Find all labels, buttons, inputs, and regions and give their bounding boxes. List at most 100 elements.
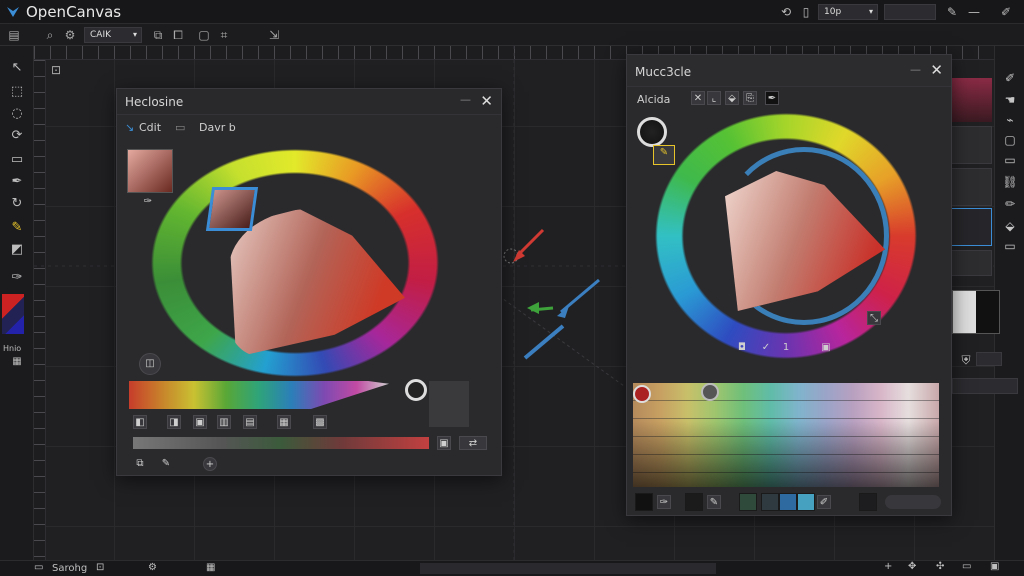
eyedropper-icon[interactable]: ✑ (141, 195, 155, 209)
mode-select[interactable]: CAIK ▾ (84, 27, 142, 43)
selection-handle[interactable] (205, 187, 259, 231)
status-panel-icon[interactable]: ▭ (34, 562, 43, 573)
panel-tool-icon[interactable]: ▭ (1000, 236, 1020, 256)
paste-icon[interactable]: ⧠ (170, 27, 186, 43)
corner-icon[interactable]: ⌞ (707, 91, 721, 105)
opacity-field[interactable] (976, 352, 1002, 366)
minus-icon[interactable]: — (460, 93, 471, 106)
spectrum-cursor[interactable] (405, 379, 427, 401)
palette-selected-cursor[interactable] (633, 385, 651, 403)
color-picker-cursor[interactable] (637, 117, 667, 147)
status-toggle-icon[interactable]: ⊡ (96, 562, 104, 573)
edit-alt-icon[interactable]: ✐ (998, 4, 1014, 20)
minus-icon[interactable]: — (910, 63, 921, 76)
crop-tool-icon[interactable]: ▭ (7, 150, 27, 170)
move-icon[interactable]: ⇲ (266, 27, 282, 43)
zoom-icon[interactable]: ⌕ (42, 27, 58, 43)
link-tool-icon[interactable]: ⛓ (1000, 172, 1020, 192)
frame-icon[interactable]: ▣ (819, 341, 833, 355)
palette-hover-cursor[interactable] (701, 383, 719, 401)
transform-tool-icon[interactable]: ⟳ (7, 126, 27, 146)
swatch-pen-icon[interactable]: ✎ (707, 495, 721, 509)
layer-icon[interactable]: ▭ (962, 561, 971, 572)
search-field[interactable] (884, 4, 936, 20)
rotate-tool-icon[interactable]: ↻ (7, 194, 27, 214)
minimize-icon[interactable]: — (966, 4, 982, 20)
save-icon[interactable]: ▣ (990, 561, 999, 572)
layer-thumb-3[interactable] (950, 168, 992, 206)
bucket-tool-icon[interactable]: ⬙ (1000, 216, 1020, 236)
swatch-tool-1-icon[interactable]: ◧ (133, 415, 147, 429)
status-gear-icon[interactable]: ⚙ (148, 562, 157, 573)
edit-icon[interactable]: ✎ (944, 4, 960, 20)
expand-icon[interactable]: ⤡ (867, 311, 881, 325)
value-strip[interactable] (133, 437, 429, 449)
grid-icon[interactable]: ▦ (7, 352, 27, 372)
number-icon[interactable]: 1 (779, 341, 793, 355)
pen-tool-icon[interactable]: ✒ (7, 172, 27, 192)
swatch-add-icon[interactable]: ▣ (437, 436, 451, 450)
swatch-blue[interactable] (779, 493, 797, 511)
stamp-icon[interactable]: ⎘ (743, 91, 757, 105)
add-icon[interactable]: + (203, 457, 217, 471)
layer-icon[interactable]: ▤ (6, 27, 22, 43)
layer-thumb-2[interactable] (950, 126, 992, 164)
layer-name-field[interactable] (952, 378, 1018, 394)
swap-colors-icon[interactable]: ◩ (7, 240, 27, 260)
swatch-black[interactable] (635, 493, 653, 511)
shield-icon[interactable]: ⛨ (956, 350, 976, 370)
tab-draw[interactable]: Davr b (199, 121, 236, 134)
eyedropper-tool-icon[interactable]: ✑ (7, 268, 27, 288)
marquee-tool-icon[interactable]: ⬚ (7, 82, 27, 102)
shape-tool-icon[interactable]: ▢ (1000, 130, 1020, 150)
layer-thumb-5[interactable] (950, 250, 992, 276)
add-icon[interactable]: + (884, 561, 892, 572)
edit-tool-icon[interactable]: ✐ (1000, 68, 1020, 88)
close-small-icon[interactable]: ✕ (691, 91, 705, 105)
swatch-charcoal[interactable] (859, 493, 877, 511)
camera-icon[interactable]: ◘ (735, 341, 749, 355)
swatch-tool-5-icon[interactable]: ▤ (243, 415, 257, 429)
swatch-tool-2-icon[interactable]: ◨ (167, 415, 181, 429)
swatch-tool-6-icon[interactable]: ▦ (277, 415, 291, 429)
swatch-knife-icon[interactable]: ✐ (817, 495, 831, 509)
picker-toggle-icon[interactable]: ◫ (139, 353, 161, 375)
close-icon[interactable]: ✕ (480, 92, 493, 110)
current-color-swatch[interactable] (127, 149, 173, 193)
pan-icon[interactable]: ✣ (936, 561, 944, 572)
frame-icon[interactable]: ▢ (196, 27, 212, 43)
hand-tool-icon[interactable]: ☚ (1000, 90, 1020, 110)
select-tool-icon[interactable]: ↖ (7, 58, 27, 78)
brush-icon[interactable]: ✎ (159, 457, 173, 471)
zoom-select[interactable]: 10p ▾ (818, 4, 878, 20)
swatch-tool-7-icon[interactable]: ▩ (313, 415, 327, 429)
swatch-menu-icon[interactable]: ⇄ (459, 436, 487, 450)
move-icon[interactable]: ✥ (908, 561, 916, 572)
ink-icon[interactable]: ✒ (765, 91, 779, 105)
swatch-cyan[interactable] (797, 493, 815, 511)
swatch-slate[interactable] (761, 493, 779, 511)
check-icon[interactable]: ✓ (759, 341, 773, 355)
layer-tool-icon[interactable]: ▭ (1000, 150, 1020, 170)
spectrum-strip[interactable] (129, 381, 389, 409)
crop-icon[interactable]: ⌗ (216, 27, 232, 43)
status-grid-icon[interactable]: ▦ (206, 562, 215, 573)
lasso-tool-icon[interactable]: ◌ (7, 104, 27, 124)
pencil-tool-icon[interactable]: ✏ (1000, 194, 1020, 214)
reset-icon[interactable]: ⟲ (778, 4, 794, 20)
color-swatch-block[interactable] (2, 294, 24, 334)
layer-thumb-4[interactable] (950, 208, 992, 246)
swatch-dark[interactable] (685, 493, 703, 511)
close-icon[interactable]: ✕ (930, 61, 943, 79)
swatch-tool-3-icon[interactable]: ▣ (193, 415, 207, 429)
feather-tool-icon[interactable]: ⌁ (1000, 110, 1020, 130)
swatch-slider[interactable] (885, 495, 941, 509)
tab-edit[interactable]: Cdit (139, 121, 161, 134)
gear-icon[interactable]: ⚙ (62, 27, 78, 43)
swatch-green[interactable] (739, 493, 757, 511)
swatch-brush-icon[interactable]: ✑ (657, 495, 671, 509)
swatch-tool-4-icon[interactable]: ▥ (217, 415, 231, 429)
layers-icon[interactable]: ⧉ (133, 457, 147, 471)
layer-thumb-1[interactable] (950, 78, 992, 122)
brush-tool-icon[interactable]: ✎ (7, 218, 27, 238)
